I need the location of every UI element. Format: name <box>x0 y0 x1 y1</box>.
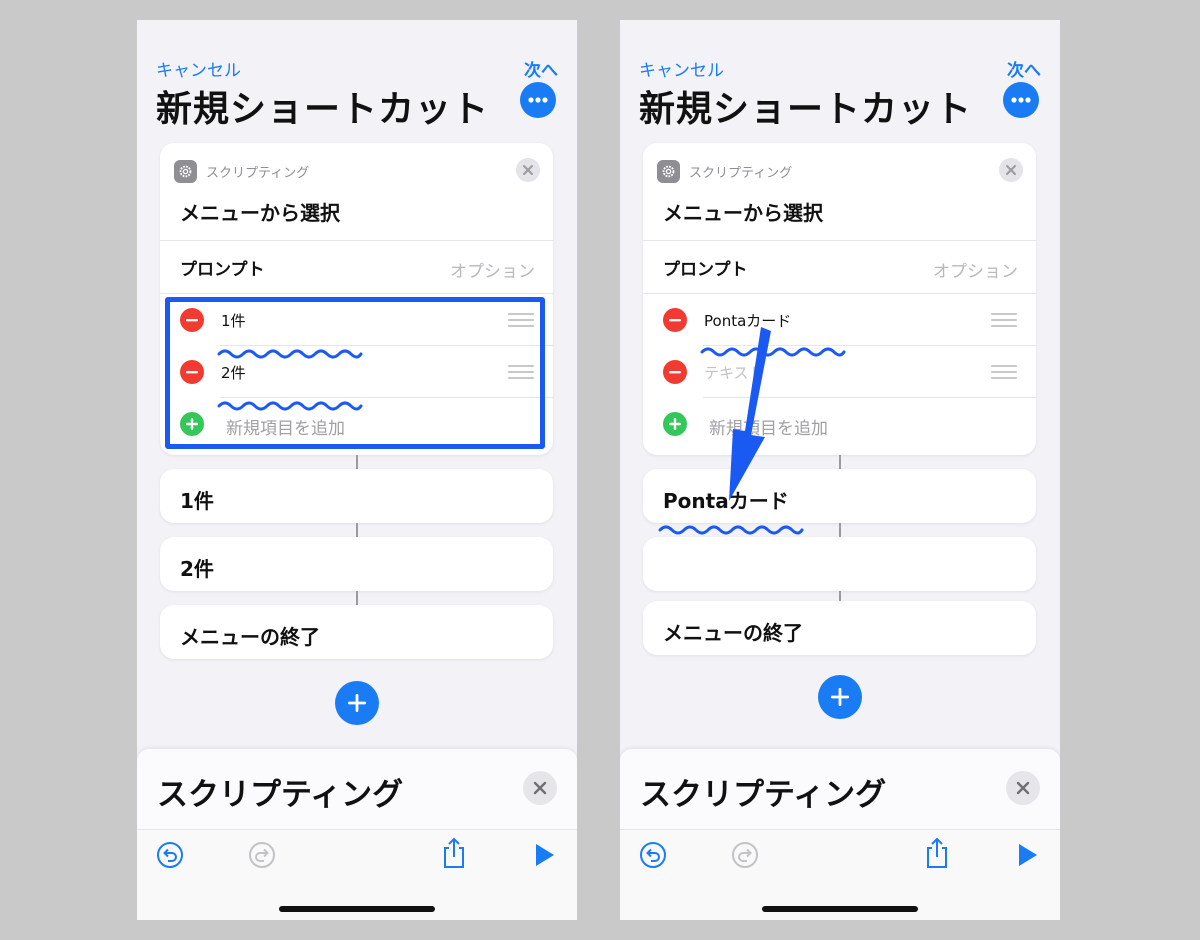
connector-line <box>839 455 841 469</box>
add-action-button[interactable] <box>335 681 379 725</box>
prompt-label: プロンプト <box>663 260 748 280</box>
end-menu-label: メニューの終了 <box>180 625 320 649</box>
gear-icon <box>174 159 197 183</box>
home-indicator <box>279 906 435 912</box>
menu-case-label: 2件 <box>180 557 214 581</box>
sheet-title: スクリプティング <box>157 777 404 813</box>
cancel-button[interactable]: キャンセル <box>156 56 241 81</box>
share-icon[interactable] <box>439 836 469 874</box>
menu-case-label: 1件 <box>180 489 214 513</box>
squiggle-annotation <box>217 349 363 359</box>
connector-line <box>839 523 841 537</box>
card-category: スクリプティング <box>206 165 310 181</box>
choose-from-menu-card: スクリプティング メニューから選択 プロンプト オプション Pontaカード テ… <box>643 143 1036 455</box>
close-icon[interactable] <box>1006 771 1040 805</box>
minus-circle-icon[interactable] <box>663 308 687 332</box>
card-category: スクリプティング <box>689 165 793 181</box>
drag-handle-icon[interactable] <box>991 365 1017 379</box>
connector-line <box>356 523 358 537</box>
share-icon[interactable] <box>922 836 952 874</box>
right-screenshot: キャンセル 次へ 新規ショートカット スクリプティング メニューから選択 プロン… <box>620 20 1060 920</box>
divider <box>160 240 553 241</box>
drag-handle-icon[interactable] <box>991 313 1017 327</box>
bottom-toolbar <box>137 829 577 920</box>
gear-icon <box>657 159 680 183</box>
play-icon[interactable] <box>532 840 558 874</box>
prompt-label: プロンプト <box>180 260 265 280</box>
bottom-toolbar <box>620 829 1060 920</box>
menu-item-row: Pontaカード <box>643 294 1036 346</box>
squiggle-annotation <box>217 401 363 411</box>
close-icon[interactable] <box>523 771 557 805</box>
end-menu-card[interactable]: メニューの終了 <box>160 605 553 659</box>
connector-line <box>356 591 358 605</box>
more-options-icon[interactable] <box>520 82 556 118</box>
prompt-field[interactable]: オプション <box>450 257 535 282</box>
page-title: 新規ショートカット <box>639 89 973 130</box>
undo-icon[interactable] <box>638 840 668 874</box>
next-button[interactable]: 次へ <box>1007 56 1041 81</box>
cancel-button[interactable]: キャンセル <box>639 56 724 81</box>
play-icon[interactable] <box>1015 840 1041 874</box>
redo-icon[interactable] <box>247 840 277 874</box>
divider <box>643 240 1036 241</box>
close-icon[interactable] <box>516 158 540 182</box>
sheet-title: スクリプティング <box>640 777 887 813</box>
highlight-annotation <box>165 297 545 449</box>
action-name: メニューから選択 <box>663 201 823 225</box>
action-name: メニューから選択 <box>180 201 340 225</box>
close-icon[interactable] <box>999 158 1023 182</box>
menu-case-card[interactable]: Pontaカード <box>643 469 1036 523</box>
menu-case-card[interactable]: 1件 <box>160 469 553 523</box>
redo-icon[interactable] <box>730 840 760 874</box>
page-title: 新規ショートカット <box>156 89 490 130</box>
prompt-field[interactable]: オプション <box>933 257 1018 282</box>
connector-line <box>356 455 358 469</box>
minus-circle-icon[interactable] <box>663 360 687 384</box>
action-sheet: スクリプティング <box>137 749 577 920</box>
add-action-button[interactable] <box>818 675 862 719</box>
connector-line <box>839 591 841 601</box>
squiggle-annotation <box>658 525 804 535</box>
next-button[interactable]: 次へ <box>524 56 558 81</box>
home-indicator <box>762 906 918 912</box>
action-sheet: スクリプティング <box>620 749 1060 920</box>
more-options-icon[interactable] <box>1003 82 1039 118</box>
end-menu-label: メニューの終了 <box>663 621 803 645</box>
left-screenshot: キャンセル 次へ 新規ショートカット スクリプティング メニューから選択 プロン… <box>137 20 577 920</box>
menu-case-card[interactable] <box>643 537 1036 591</box>
add-item-row[interactable]: 新規項目を追加 <box>643 398 1036 450</box>
undo-icon[interactable] <box>155 840 185 874</box>
menu-case-card[interactable]: 2件 <box>160 537 553 591</box>
plus-circle-icon[interactable] <box>663 412 687 436</box>
end-menu-card[interactable]: メニューの終了 <box>643 601 1036 655</box>
arrow-annotation <box>729 327 771 501</box>
